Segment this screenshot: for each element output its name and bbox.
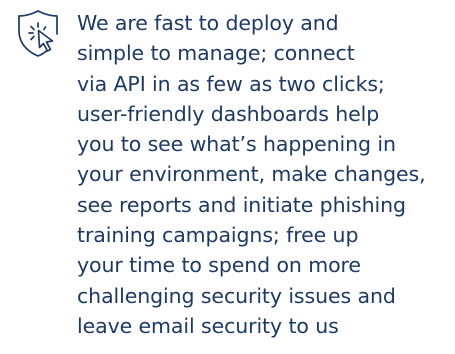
description-line: your time to spend on more bbox=[77, 253, 361, 278]
description-line: your environment, make changes, bbox=[77, 162, 426, 187]
description-line: challenging security issues and bbox=[77, 283, 396, 308]
description-line: We are fast to deploy and bbox=[77, 11, 339, 35]
description-line: user-friendly dashboards help bbox=[77, 101, 380, 126]
description-line: you to see what’s happening in bbox=[77, 132, 396, 157]
feature-description: We are fast to deploy and simple to mana… bbox=[77, 8, 437, 341]
feature-block: We are fast to deploy and simple to mana… bbox=[0, 0, 455, 354]
description-line: see reports and initiate phishing bbox=[77, 192, 406, 217]
description-line: via API in as few as two clicks; bbox=[77, 71, 385, 96]
description-line: training campaigns; free up bbox=[77, 223, 359, 248]
shield-cursor-click-icon bbox=[16, 9, 62, 59]
description-line: leave email security to us bbox=[77, 313, 339, 338]
description-line: simple to manage; connect bbox=[77, 41, 355, 66]
